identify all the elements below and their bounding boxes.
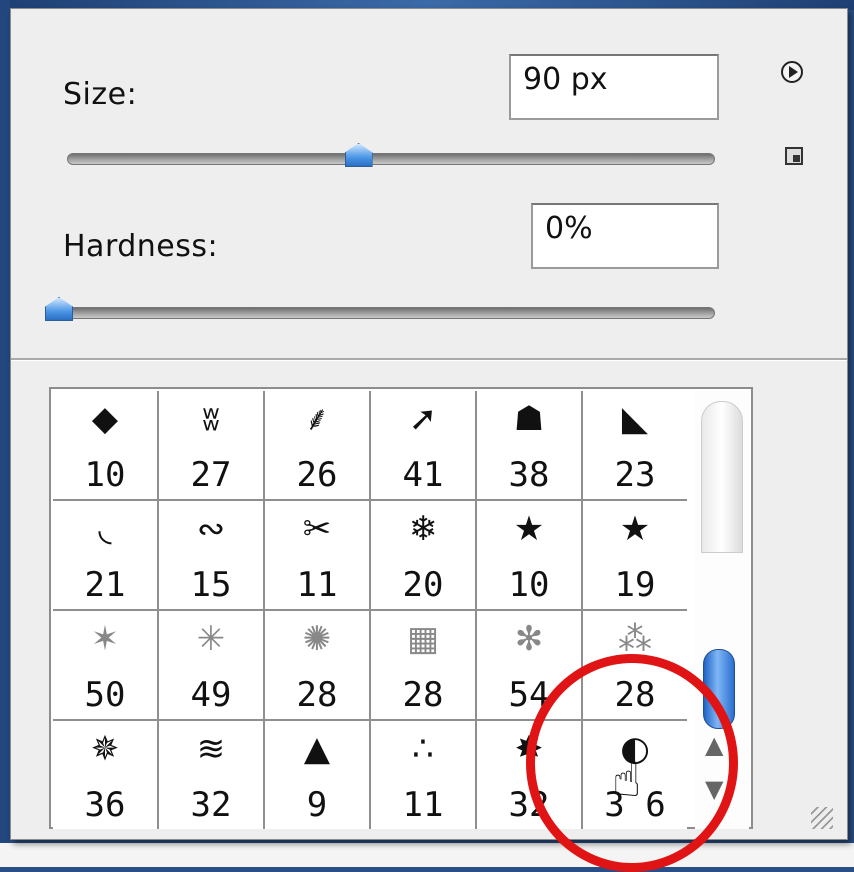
brush-preset-cell[interactable]: ✂ 11 xyxy=(265,501,369,609)
hardness-slider-track[interactable] xyxy=(55,307,715,319)
brush-size-label: 20 xyxy=(402,565,444,605)
brush-preset-cell[interactable]: ◟ 21 xyxy=(53,501,157,609)
brush-preset-cell[interactable]: ◣ 23 xyxy=(583,391,687,499)
hardness-input[interactable]: 0% xyxy=(531,203,719,269)
hardness-slider-thumb[interactable] xyxy=(45,297,73,321)
scrollbar-track-cap xyxy=(701,401,743,553)
panel-divider xyxy=(11,358,847,361)
brush-tip-icon: ❄ xyxy=(408,509,438,549)
brush-size-label: 19 xyxy=(614,565,656,605)
brush-size-label: 21 xyxy=(84,565,126,605)
brush-size-label: 36 xyxy=(84,785,126,825)
brush-size-label: 38 xyxy=(508,455,550,495)
brush-size-label: 10 xyxy=(508,565,550,605)
brush-tip-icon: ʬ xyxy=(202,399,220,439)
brush-preset-cell[interactable]: ★ 19 xyxy=(583,501,687,609)
brush-preset-cell[interactable]: ◆ 10 xyxy=(53,391,157,499)
brush-size-label: 15 xyxy=(190,565,232,605)
brush-size-label: 49 xyxy=(190,675,232,715)
brush-tip-icon: ▲ xyxy=(303,729,331,769)
brush-tip-icon: ☗ xyxy=(513,399,545,439)
brush-tip-icon: ➚ xyxy=(408,399,438,439)
brush-preset-cell[interactable]: ∾ 15 xyxy=(159,501,263,609)
brush-size-label: 23 xyxy=(614,455,656,495)
brush-preset-cell[interactable]: ∴ 11 xyxy=(371,721,475,829)
brush-size-label: 26 xyxy=(296,455,338,495)
brush-preset-cell[interactable]: ⸙ 26 xyxy=(265,391,369,499)
brush-size-label: 11 xyxy=(402,785,444,825)
brush-preset-cell[interactable]: ❄ 20 xyxy=(371,501,475,609)
brush-preset-cell[interactable]: ➚ 41 xyxy=(371,391,475,499)
new-preset-icon[interactable] xyxy=(785,147,803,165)
brush-tip-icon: ✺ xyxy=(302,619,332,659)
brush-tip-icon: ⸙ xyxy=(304,399,330,439)
brush-preset-cell[interactable]: ʬ 27 xyxy=(159,391,263,499)
brush-preset-cell[interactable]: ✵ 36 xyxy=(53,721,157,829)
brush-preset-cell[interactable]: ≋ 32 xyxy=(159,721,263,829)
brush-size-label: 28 xyxy=(402,675,444,715)
brush-tip-icon: ∾ xyxy=(196,509,226,549)
brush-tip-icon: ✂ xyxy=(302,509,332,549)
brush-tip-icon: ▦ xyxy=(406,619,440,659)
brush-tip-icon: ✻ xyxy=(514,619,544,659)
brush-preset-cell[interactable]: ☗ 38 xyxy=(477,391,581,499)
brush-size-label: 41 xyxy=(402,455,444,495)
size-slider-thumb[interactable] xyxy=(344,143,373,167)
size-slider-track[interactable] xyxy=(67,153,715,165)
brush-tip-icon: ✵ xyxy=(90,729,120,769)
hand-pointer-icon: ☝ xyxy=(612,752,642,808)
window-background-bottom xyxy=(0,843,854,867)
brush-size-label: 50 xyxy=(84,675,126,715)
brush-tip-icon: ⁂ xyxy=(618,619,652,659)
brush-tip-icon: ★ xyxy=(619,509,651,549)
hardness-label: Hardness: xyxy=(63,229,219,264)
brush-preset-cell[interactable]: ✳ 49 xyxy=(159,611,263,719)
brush-tip-icon: ◣ xyxy=(621,399,649,439)
brush-tip-icon: ∴ xyxy=(412,729,434,769)
brush-size-label: 10 xyxy=(84,455,126,495)
brush-tip-icon: ✳ xyxy=(196,619,226,659)
brush-tip-icon: ◆ xyxy=(91,399,119,439)
brush-preset-cell[interactable]: ▦ 28 xyxy=(371,611,475,719)
play-circle-icon[interactable] xyxy=(781,61,803,83)
brush-tip-icon: ✶ xyxy=(90,619,120,659)
brush-size-label: 11 xyxy=(296,565,338,605)
brush-preset-cell[interactable]: ▲ 9 xyxy=(265,721,369,829)
brush-preset-cell[interactable]: ✶ 50 xyxy=(53,611,157,719)
brush-tip-icon: ★ xyxy=(513,509,545,549)
brush-tip-icon: ≋ xyxy=(196,729,226,769)
window-background-left xyxy=(0,0,10,867)
size-input[interactable]: 90 px xyxy=(509,54,719,120)
brush-size-label: 28 xyxy=(296,675,338,715)
brush-preset-cell[interactable]: ★ 10 xyxy=(477,501,581,609)
brush-tip-icon: ◟ xyxy=(98,509,112,549)
brush-size-label: 32 xyxy=(190,785,232,825)
resize-grip-icon[interactable] xyxy=(811,807,833,829)
brush-size-label: 27 xyxy=(190,455,232,495)
brush-size-label: 9 xyxy=(306,785,328,825)
size-label: Size: xyxy=(63,77,138,112)
brush-preset-cell[interactable]: ✺ 28 xyxy=(265,611,369,719)
